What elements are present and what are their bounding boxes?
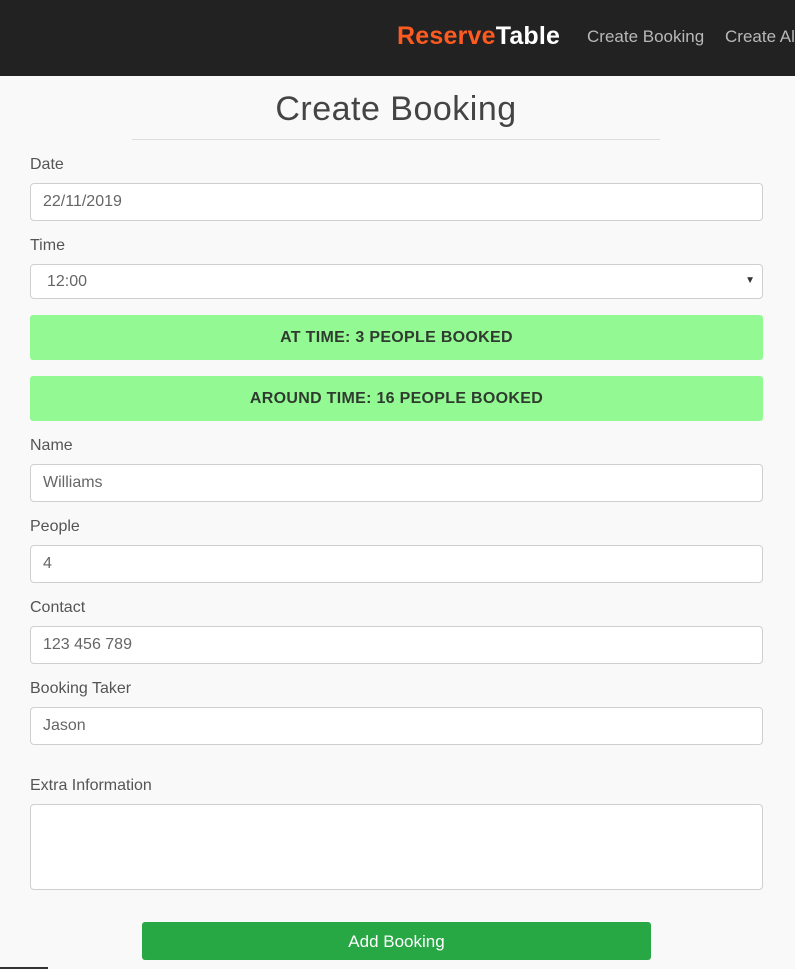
at-time-alert: AT TIME: 3 PEOPLE BOOKED [30,315,763,360]
people-input[interactable] [30,545,763,583]
extra-info-textarea[interactable] [30,804,763,890]
contact-input[interactable] [30,626,763,664]
brand-logo[interactable]: ReserveTable [397,22,560,51]
brand-text-table: Table [495,22,561,50]
extra-info-label: Extra Information [30,777,152,794]
date-label: Date [30,156,64,173]
time-label: Time [30,237,65,254]
booking-taker-input[interactable] [30,707,763,745]
nav-link-create-booking[interactable]: Create Booking [587,27,704,47]
around-time-alert: AROUND TIME: 16 PEOPLE BOOKED [30,376,763,421]
people-label: People [30,518,80,535]
contact-label: Contact [30,599,86,616]
booking-taker-label: Booking Taker [30,680,132,697]
dropdown-arrow-icon: ▼ [745,275,755,286]
nav-link-create-al[interactable]: Create Al [725,27,795,47]
title-divider [132,139,660,140]
time-select[interactable]: 12:00 ▼ [30,264,763,299]
name-label: Name [30,437,73,454]
brand-text-reserve: Reserve [397,22,496,50]
page-title: Create Booking [275,90,517,128]
top-navbar: ReserveTable Create Booking Create Al [0,0,795,76]
add-booking-button[interactable]: Add Booking [142,922,651,960]
time-select-value: 12:00 [47,273,88,290]
date-input[interactable] [30,183,763,221]
name-input[interactable] [30,464,763,502]
